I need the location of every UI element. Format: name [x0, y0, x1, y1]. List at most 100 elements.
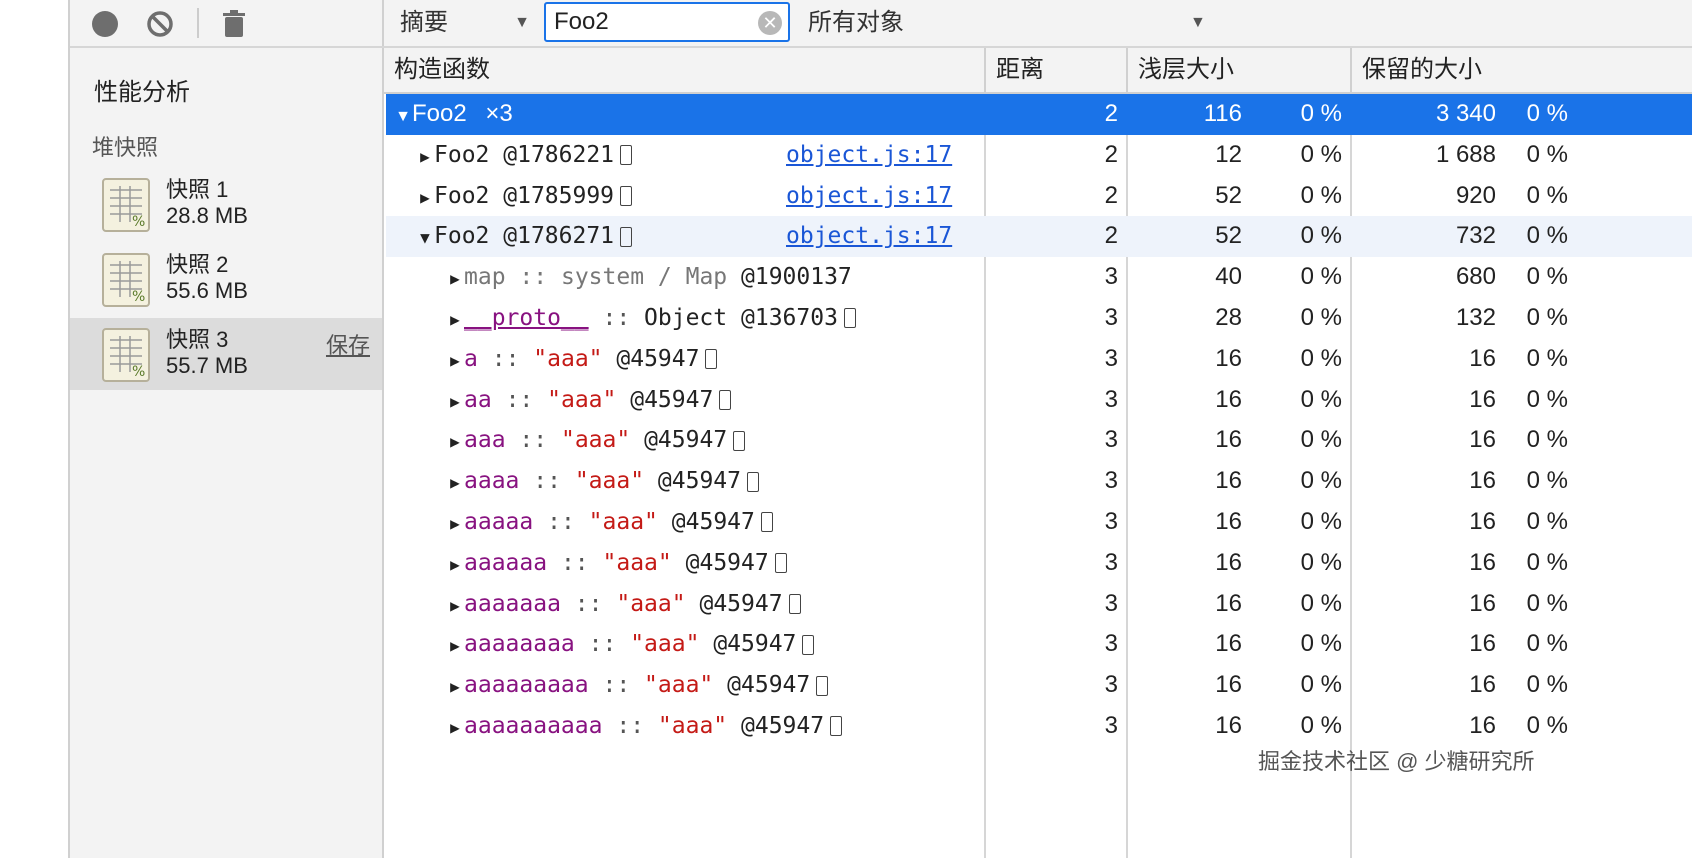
snapshot-name: 快照 1: [166, 177, 229, 202]
triangle-right-icon[interactable]: ▶: [446, 545, 464, 583]
property-separator: ::: [505, 386, 534, 413]
store-global-icon[interactable]: [747, 471, 760, 492]
distance-cell: 3: [1104, 263, 1118, 291]
triangle-right-icon[interactable]: ▶: [446, 382, 464, 420]
string-value: "aaa": [644, 672, 714, 699]
table-row-group[interactable]: ▼Foo2 ×3 2 116 0 % 3 340 0 %: [386, 94, 1692, 135]
property-name: aaa: [464, 427, 506, 454]
table-row[interactable]: ▶ Foo2 @1786221 object.js:17 2 12 0 % 1 6…: [386, 135, 1692, 176]
table-row[interactable]: ▶ Foo2 @1785999 object.js:17 2 52 0 % 920…: [386, 176, 1692, 217]
triangle-down-icon[interactable]: ▼: [416, 218, 434, 256]
source-link[interactable]: object.js:17: [786, 216, 952, 256]
store-global-icon[interactable]: [719, 390, 732, 411]
string-value: "aaa": [657, 712, 728, 739]
table-row[interactable]: ▶ aaaaa :: "aaa" @45947 3 16 0 % 16 0 %: [386, 502, 1692, 543]
triangle-right-icon[interactable]: ▶: [446, 259, 464, 297]
triangle-right-icon[interactable]: ▶: [446, 504, 464, 542]
table-row[interactable]: ▶ aaaa :: "aaa" @45947 3 16 0 % 16 0 %: [386, 461, 1692, 502]
table-row[interactable]: ▶ aaaaaaa :: "aaa" @45947 3 16 0 % 16 0 %: [386, 584, 1692, 625]
svg-text:%: %: [132, 289, 145, 305]
triangle-down-icon[interactable]: ▼: [394, 97, 412, 134]
object-name: Foo2: [434, 141, 490, 168]
retained-percent-cell: 0 %: [1526, 222, 1568, 250]
property-separator: ::: [574, 590, 603, 617]
profiler-toolbar: [70, 0, 384, 48]
svg-text:%: %: [132, 364, 145, 380]
class-filter-input-box[interactable]: ✕: [544, 2, 790, 42]
property-name: a: [464, 345, 478, 372]
svg-text:%: %: [132, 214, 145, 230]
table-row[interactable]: ▶ a :: "aaa" @45947 3 16 0 % 16 0 %: [386, 339, 1692, 380]
table-row[interactable]: ▶ aaaaaaaa :: "aaa" @45947 3 16 0 % 16 0 …: [386, 624, 1692, 665]
snapshot-item-2[interactable]: % 快照 2 55.6 MB: [70, 243, 382, 315]
store-global-icon[interactable]: [620, 186, 633, 207]
triangle-right-icon[interactable]: ▶: [446, 586, 464, 624]
table-row[interactable]: ▶ aaaaaa :: "aaa" @45947 3 16 0 % 16 0 %: [386, 543, 1692, 584]
distance-cell: 3: [1104, 303, 1118, 331]
store-global-icon[interactable]: [774, 553, 787, 574]
store-global-icon[interactable]: [788, 594, 801, 615]
source-link[interactable]: object.js:17: [786, 135, 952, 175]
retained-percent-cell: 0 %: [1526, 100, 1568, 127]
filter-toolbar: 摘要 ▼ ✕ 所有对象 ▼: [384, 0, 1692, 48]
record-icon[interactable]: [88, 7, 122, 41]
triangle-right-icon[interactable]: ▶: [446, 422, 464, 460]
property-separator: ::: [547, 508, 575, 535]
object-id: @1900137: [741, 264, 852, 291]
store-global-icon[interactable]: [816, 675, 829, 696]
triangle-right-icon[interactable]: ▶: [446, 463, 464, 501]
table-row[interactable]: ▶ aaaaaaaaaa :: "aaa" @45947 3 16 0 % 16 …: [386, 706, 1692, 747]
table-row[interactable]: ▶ aaaaaaaaa :: "aaa" @45947 3 16 0 % 16 0…: [386, 665, 1692, 706]
shallow-percent-cell: 0 %: [1300, 100, 1342, 127]
triangle-right-icon[interactable]: ▶: [446, 626, 464, 664]
profiles-title: 性能分析: [94, 79, 190, 106]
header-retained-size[interactable]: 保留的大小: [1352, 48, 1692, 92]
trash-icon[interactable]: [217, 7, 251, 41]
retained-size-cell: 16: [1469, 589, 1496, 617]
triangle-right-icon[interactable]: ▶: [446, 341, 464, 379]
triangle-right-icon[interactable]: ▶: [416, 137, 434, 175]
property-separator: ::: [602, 304, 631, 331]
header-distance[interactable]: 距离: [986, 48, 1128, 92]
class-filter-input[interactable]: [554, 8, 750, 36]
table-row[interactable]: ▼ Foo2 @1786271 object.js:17 2 52 0 % 732…: [386, 216, 1692, 258]
objects-select[interactable]: 所有对象 ▼: [808, 6, 1208, 40]
clear-icon[interactable]: [143, 7, 177, 41]
store-global-icon[interactable]: [733, 430, 746, 451]
heap-grid-body: ▼Foo2 ×3 2 116 0 % 3 340 0 % ▶ Foo2 @1786…: [386, 94, 1692, 747]
table-row[interactable]: ▶ __proto__ :: Object @136703 3 28 0 % 13…: [386, 298, 1692, 339]
triangle-right-icon[interactable]: ▶: [446, 300, 464, 338]
triangle-right-icon[interactable]: ▶: [416, 178, 434, 216]
view-select[interactable]: 摘要 ▼: [400, 6, 530, 40]
save-snapshot-link[interactable]: 保存: [326, 328, 370, 360]
retained-size-cell: 16: [1469, 671, 1496, 699]
triangle-right-icon[interactable]: ▶: [446, 667, 464, 705]
header-constructor[interactable]: 构造函数: [384, 48, 986, 92]
store-global-icon[interactable]: [760, 512, 773, 533]
table-row[interactable]: ▶ aa :: "aaa" @45947 3 16 0 % 16 0 %: [386, 380, 1692, 421]
snapshot-item-3[interactable]: % 快照 3 55.7 MB 保存: [70, 318, 382, 390]
property-separator: ::: [560, 549, 589, 576]
triangle-right-icon[interactable]: ▶: [446, 708, 464, 746]
object-name: Foo2: [434, 223, 490, 250]
distance-cell: 3: [1104, 385, 1118, 413]
property-name: aaaaaa: [464, 549, 548, 576]
store-global-icon[interactable]: [830, 716, 843, 737]
header-shallow-size[interactable]: 浅层大小: [1128, 48, 1352, 92]
store-global-icon[interactable]: [843, 308, 856, 329]
store-global-icon[interactable]: [620, 145, 633, 166]
store-global-icon[interactable]: [802, 634, 815, 655]
property-type: Object: [644, 304, 728, 331]
store-global-icon[interactable]: [705, 349, 718, 370]
snapshot-item-1[interactable]: % 快照 1 28.8 MB: [70, 168, 382, 240]
clear-search-icon[interactable]: ✕: [758, 11, 782, 35]
distance-cell: 2: [1104, 222, 1118, 250]
source-link[interactable]: object.js:17: [786, 176, 952, 216]
instance-count: ×3: [485, 100, 513, 127]
table-row[interactable]: ▶ aaa :: "aaa" @45947 3 16 0 % 16 0 %: [386, 420, 1692, 461]
snapshot-size: 55.7 MB: [166, 353, 248, 378]
shallow-size-cell: 16: [1215, 385, 1242, 413]
table-row[interactable]: ▶ map :: system / Map @1900137 3 40 0 % 6…: [386, 257, 1692, 298]
object-id: @45947: [671, 508, 755, 535]
store-global-icon[interactable]: [620, 226, 633, 247]
